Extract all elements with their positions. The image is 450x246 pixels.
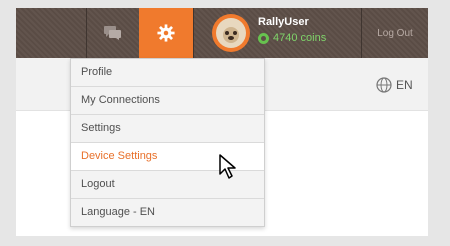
coin-icon xyxy=(258,32,269,44)
top-bar: RallyUser 4740 coins Log Out xyxy=(16,8,428,64)
menu-item-profile[interactable]: Profile xyxy=(71,59,264,87)
menu-item-my-connections[interactable]: My Connections xyxy=(71,87,264,115)
settings-button[interactable] xyxy=(139,8,193,64)
globe-icon xyxy=(376,77,392,93)
mascot-icon xyxy=(223,27,239,43)
username: RallyUser xyxy=(258,16,309,28)
logout-button[interactable]: Log Out xyxy=(362,8,428,58)
cursor-icon xyxy=(219,154,236,179)
language-label: EN xyxy=(396,78,413,92)
coin-balance: 4740 coins xyxy=(258,32,326,44)
chat-button[interactable] xyxy=(86,8,139,58)
language-selector[interactable]: EN xyxy=(376,77,413,93)
menu-item-settings[interactable]: Settings xyxy=(71,115,264,143)
gear-icon xyxy=(157,24,175,42)
settings-dropdown-menu: Profile My Connections Settings Device S… xyxy=(70,58,265,227)
coin-count: 4740 coins xyxy=(273,32,327,44)
app-frame: RallyUser 4740 coins Log Out EN Profile … xyxy=(16,8,428,236)
chat-icon xyxy=(103,26,121,40)
avatar[interactable] xyxy=(212,14,250,52)
divider xyxy=(193,8,194,58)
user-profile[interactable]: RallyUser 4740 coins xyxy=(206,8,356,58)
menu-item-language[interactable]: Language - EN xyxy=(71,199,264,226)
